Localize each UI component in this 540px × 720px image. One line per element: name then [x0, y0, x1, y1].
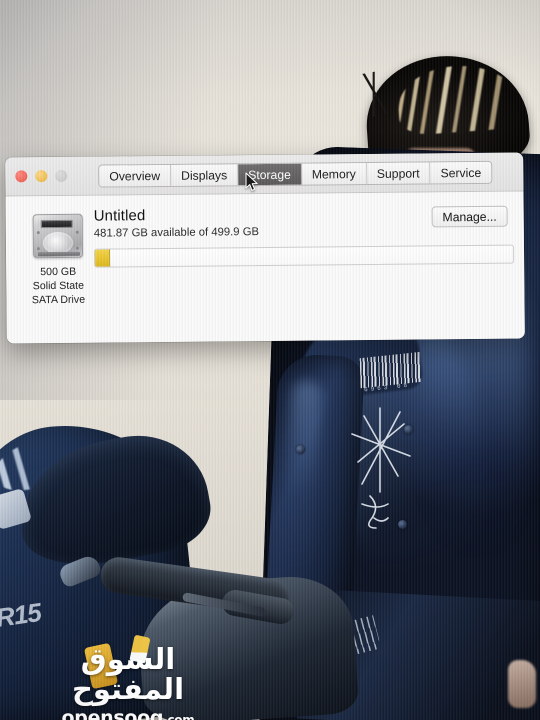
screenshot-root: 6963 08 R15 Overview Displays Storage Me… [0, 0, 540, 720]
jacket-button [404, 425, 413, 434]
person-hair-spikes [348, 68, 402, 120]
drive-icon-screw [75, 230, 79, 234]
traffic-light-group [15, 169, 68, 183]
tab-memory[interactable]: Memory [301, 163, 367, 185]
storage-usage-bar [93, 244, 515, 268]
storage-pane: 500 GB Solid State SATA Drive Manage... … [5, 191, 525, 344]
jacket-button [398, 520, 407, 529]
drive-icon-base-strip [38, 251, 81, 257]
zoom-button[interactable] [55, 169, 68, 183]
storage-used-segment [95, 249, 111, 267]
background-photo: 6963 08 R15 [0, 0, 540, 720]
tab-overview[interactable]: Overview [99, 164, 172, 187]
manage-button[interactable]: Manage... [431, 205, 508, 228]
drive-summary-column: 500 GB Solid State SATA Drive [20, 210, 97, 308]
drive-icon-label-slot [40, 219, 73, 229]
about-this-mac-window[interactable]: Overview Displays Storage Memory Support… [5, 152, 525, 344]
drive-icon-screw [36, 231, 40, 235]
drive-capacity-label: 500 GB [40, 265, 77, 279]
internal-hard-drive-icon [32, 213, 84, 259]
arrow-pointer-icon [245, 172, 259, 192]
motorcycle-model-text: R15 [0, 597, 43, 633]
tab-displays[interactable]: Displays [170, 164, 239, 186]
close-button[interactable] [15, 170, 28, 183]
tab-support[interactable]: Support [366, 162, 431, 185]
drive-icon-platter [42, 231, 74, 255]
drive-bus-label: SATA Drive [31, 293, 86, 307]
drive-type-label: Solid State [32, 279, 85, 293]
minimize-button[interactable] [35, 170, 48, 183]
volume-detail-column: Manage... Untitled 481.87 GB available o… [94, 204, 515, 268]
drive-icon-screw [75, 246, 80, 250]
person-hand [508, 660, 536, 708]
shirt-scribble-graphic [340, 400, 420, 530]
jacket-button [296, 445, 305, 454]
tab-bar[interactable]: Overview Displays Storage Memory Support… [98, 160, 493, 188]
drive-icon-screw [36, 247, 41, 251]
window-titlebar[interactable]: Overview Displays Storage Memory Support… [5, 152, 524, 197]
tab-service[interactable]: Service [430, 161, 492, 184]
drive-caption: 500 GB Solid State SATA Drive [20, 265, 96, 308]
